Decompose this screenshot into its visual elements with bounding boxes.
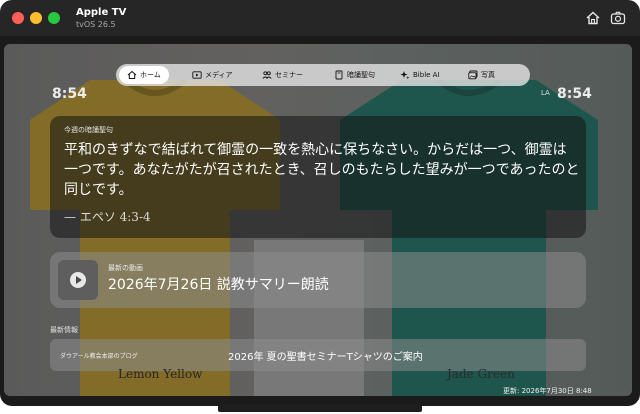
tab-photos-label: 写真: [481, 71, 495, 79]
verse-reference: — エペソ 4:3-4: [64, 210, 151, 224]
video-thumbnail: [58, 260, 98, 300]
clock-right-prefix: LA: [541, 89, 550, 97]
zoom-window-button[interactable]: [48, 12, 60, 24]
tab-seminar-label: セミナー: [275, 71, 303, 79]
screenshot-button[interactable]: [608, 8, 628, 28]
tab-bible-ai-label: Bible AI: [413, 71, 440, 79]
window-title: Apple TV: [76, 7, 127, 18]
book-icon: [335, 70, 343, 80]
camera-icon: [610, 11, 626, 25]
tab-home[interactable]: ホーム: [119, 66, 169, 84]
photo-icon: [468, 70, 478, 80]
tv-screen: 8:54 LA 8:54 ホーム メディア セミナー 暗誦聖句 Bible AI…: [4, 44, 632, 396]
play-rectangle-icon: [192, 71, 202, 79]
yellow-shirt-label: Lemon Yellow: [118, 367, 203, 381]
play-icon: [70, 272, 86, 288]
minimize-window-button[interactable]: [30, 12, 42, 24]
memory-verse-card[interactable]: 今週の暗誦聖句 平和のきずなで結ばれて御霊の一致を熱心に保ちなさい。からだは一つ…: [50, 116, 586, 238]
tab-seminar[interactable]: セミナー: [262, 66, 303, 84]
tab-home-label: ホーム: [140, 71, 161, 79]
latest-video-card[interactable]: 最新の動画 2026年7月26日 説教サマリー朗読: [50, 252, 586, 308]
tab-media[interactable]: メディア: [192, 66, 233, 84]
close-window-button[interactable]: [12, 12, 24, 24]
house-icon: [127, 70, 137, 79]
verse-text: 平和のきずなで結ばれて御霊の一致を熱心に保ちなさい。からだは一つ、御霊は一つです…: [64, 142, 580, 198]
clock-left: 8:54: [52, 86, 87, 102]
tab-media-label: メディア: [205, 71, 233, 79]
news-source: ダウアール教会本部のブログ: [60, 353, 138, 360]
news-heading: 最新情報: [50, 326, 78, 334]
window-subtitle: tvOS 26.5: [76, 20, 116, 29]
top-navigation: ホーム メディア セミナー 暗誦聖句 Bible AI 写真: [116, 64, 530, 86]
tab-memory-verse-label: 暗誦聖句: [347, 71, 375, 79]
people-icon: [262, 71, 272, 79]
clock-right: 8:54: [557, 86, 592, 102]
tab-bible-ai[interactable]: Bible AI: [400, 66, 440, 84]
home-icon: [586, 11, 600, 25]
updated-timestamp: 更新: 2026年7月30日 8:48: [503, 387, 592, 395]
window-titlebar: Apple TV tvOS 26.5: [0, 0, 640, 36]
tab-photos[interactable]: 写真: [468, 66, 495, 84]
home-button[interactable]: [583, 8, 603, 28]
news-title: 2026年 夏の聖書セミナーTシャツのご案内: [228, 352, 423, 363]
tab-memory-verse[interactable]: 暗誦聖句: [334, 66, 375, 84]
verse-label: 今週の暗誦聖句: [64, 126, 113, 134]
sparkle-icon: [400, 71, 410, 80]
video-label: 最新の動画: [108, 264, 143, 272]
device-stand: [218, 404, 422, 412]
video-title: 2026年7月26日 説教サマリー朗読: [108, 277, 329, 293]
green-shirt-label: Jade Green: [447, 367, 515, 381]
